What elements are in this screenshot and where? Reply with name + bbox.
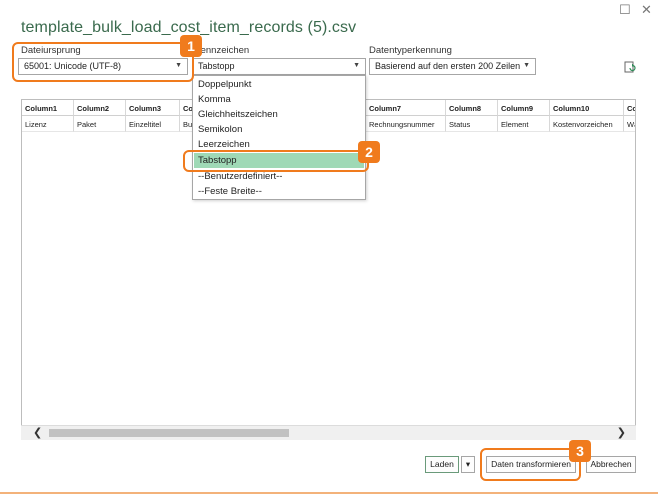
column-header: Column8 xyxy=(446,100,498,116)
column-header: Column2 xyxy=(74,100,126,116)
delimiter-option[interactable]: Doppelpunkt xyxy=(194,77,364,92)
callout-highlight-2 xyxy=(183,150,369,172)
scroll-right-icon[interactable]: ❯ xyxy=(617,426,626,439)
table-cell: Lizenz xyxy=(22,116,74,132)
delimiter-dropdown-list: Doppelpunkt Komma Gleichheitszeichen Sem… xyxy=(192,75,366,200)
table-cell: Element xyxy=(498,116,550,132)
column-header: Column3 xyxy=(126,100,180,116)
maximize-icon[interactable]: ☐ xyxy=(619,2,631,18)
horizontal-scrollbar[interactable]: ❮ ❯ xyxy=(21,425,636,440)
chevron-down-icon: ▼ xyxy=(353,62,360,69)
load-button[interactable]: Laden xyxy=(425,456,459,473)
close-icon[interactable]: ✕ xyxy=(641,2,652,18)
callout-highlight-3 xyxy=(480,448,581,481)
datatype-detection-label: Datentyperkennung xyxy=(369,45,452,56)
delimiter-value: Tabstopp xyxy=(198,61,235,71)
load-menu-button[interactable]: ▾ xyxy=(461,456,475,473)
delimiter-select[interactable]: Tabstopp ▼ xyxy=(192,58,366,75)
datatype-detection-select[interactable]: Basierend auf den ersten 200 Zeilen ▼ xyxy=(369,58,536,75)
column-header: Column9 xyxy=(498,100,550,116)
bottom-accent-line xyxy=(0,492,658,494)
scroll-left-icon[interactable]: ❮ xyxy=(33,426,42,439)
table-cell: Paket xyxy=(74,116,126,132)
callout-badge-1: 1 xyxy=(180,35,202,57)
column-header: Column7 xyxy=(366,100,446,116)
delimiter-option[interactable]: Komma xyxy=(194,92,364,107)
callout-badge-3: 3 xyxy=(569,440,591,462)
delimiter-option[interactable]: Gleichheitszeichen xyxy=(194,107,364,122)
column-header: Column10 xyxy=(550,100,624,116)
table-cell: Rechnungsnummer xyxy=(366,116,446,132)
callout-badge-2: 2 xyxy=(358,141,380,163)
column-header: Col xyxy=(624,100,635,116)
delimiter-option[interactable]: Semikolon xyxy=(194,122,364,137)
table-cell: Wä xyxy=(624,116,635,132)
scrollbar-thumb[interactable] xyxy=(49,429,289,437)
cancel-button[interactable]: Abbrechen xyxy=(586,456,636,473)
table-cell: Status xyxy=(446,116,498,132)
datatype-detection-value: Basierend auf den ersten 200 Zeilen xyxy=(375,61,521,71)
chevron-down-icon: ▼ xyxy=(523,62,530,69)
delimiter-option[interactable]: --Feste Breite-- xyxy=(194,184,364,199)
callout-highlight-1 xyxy=(12,42,194,82)
refresh-icon[interactable] xyxy=(624,61,636,73)
table-cell: Kostenvorzeichen xyxy=(550,116,624,132)
table-cell: Einzeltitel xyxy=(126,116,180,132)
column-header: Column1 xyxy=(22,100,74,116)
